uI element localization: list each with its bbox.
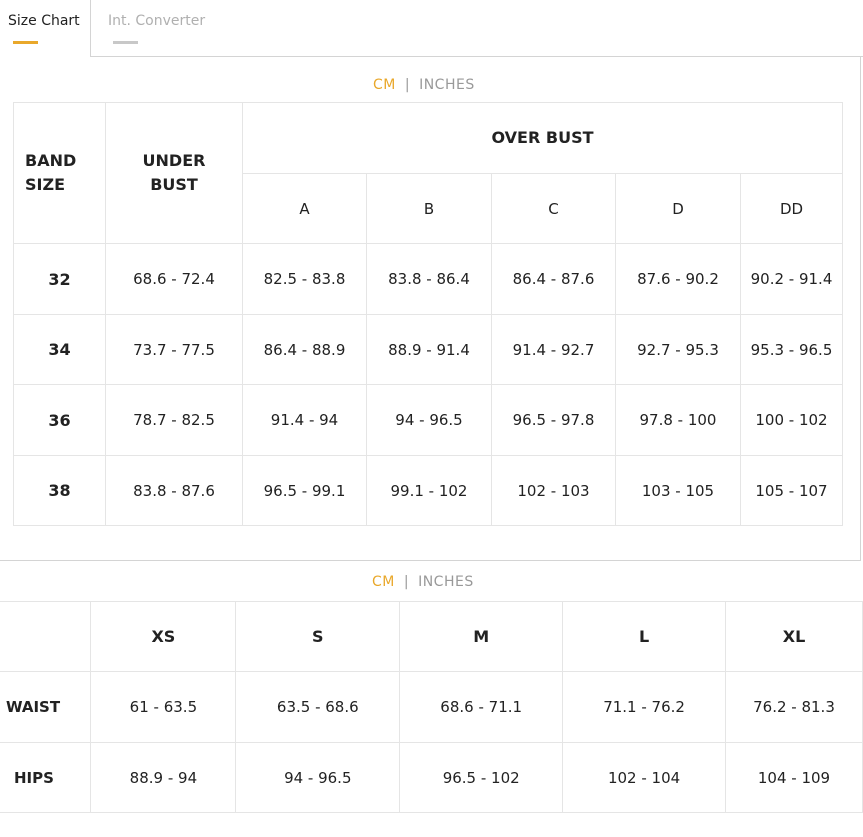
cup-cell: 102 - 103: [491, 455, 616, 526]
tab-active-indicator: [13, 41, 38, 44]
under-bust-cell: 78.7 - 82.5: [105, 384, 243, 456]
measurement-label: HIPS: [0, 742, 92, 813]
tab-inactive-indicator: [113, 41, 138, 44]
cup-cell: 94 - 96.5: [366, 384, 492, 456]
measurement-cell: 104 - 109: [725, 742, 863, 813]
unit-separator: |: [404, 77, 411, 93]
cup-cell: 95.3 - 96.5: [740, 314, 843, 385]
size-header: XL: [725, 601, 863, 672]
tab-int-converter[interactable]: Int. Converter: [91, 0, 863, 57]
under-bust-cell: 73.7 - 77.5: [105, 314, 243, 385]
band-size-cell: 32: [13, 243, 106, 315]
measurement-cell: 63.5 - 68.6: [235, 671, 401, 743]
band-size-cell: 38: [13, 455, 106, 526]
tab-label: Int. Converter: [108, 13, 206, 29]
bra-size-panel: CM | INCHES BAND SIZE UNDER BUST OVER BU…: [0, 56, 861, 561]
size-header: XS: [90, 601, 237, 672]
unit-separator: |: [403, 574, 410, 590]
measurement-cell: 71.1 - 76.2: [562, 671, 727, 743]
bra-size-table: BAND SIZE UNDER BUST OVER BUST A B C D D…: [13, 102, 843, 526]
tab-label: Size Chart: [8, 13, 80, 29]
cup-cell: 96.5 - 99.1: [242, 455, 367, 526]
cup-cell: 86.4 - 87.6: [491, 243, 616, 315]
size-header: M: [399, 601, 564, 672]
table-row: 38 83.8 - 87.6 96.5 - 99.1 99.1 - 102 10…: [13, 455, 843, 526]
measurement-cell: 76.2 - 81.3: [725, 671, 863, 743]
band-size-cell: 34: [13, 314, 106, 385]
measurement-cell: 94 - 96.5: [235, 742, 401, 813]
cup-cell: 97.8 - 100: [615, 384, 741, 456]
table-row: HIPS 88.9 - 94 94 - 96.5 96.5 - 102 102 …: [0, 742, 863, 813]
cup-cell: 99.1 - 102: [366, 455, 492, 526]
over-bust-header: OVER BUST: [242, 102, 843, 174]
under-bust-cell: 68.6 - 72.4: [105, 243, 243, 315]
measurement-cell: 68.6 - 71.1: [399, 671, 564, 743]
unit-toggle: CM | INCHES: [373, 75, 475, 95]
corner-cell: [0, 601, 92, 672]
cup-header: C: [491, 173, 616, 244]
measurement-label: WAIST: [0, 671, 92, 743]
size-header: L: [562, 601, 727, 672]
cup-cell: 103 - 105: [615, 455, 741, 526]
cup-header: A: [242, 173, 367, 244]
cup-header: D: [615, 173, 741, 244]
unit-toggle: CM | INCHES: [372, 572, 474, 592]
cup-cell: 96.5 - 97.8: [491, 384, 616, 456]
size-header: S: [235, 601, 401, 672]
cup-cell: 88.9 - 91.4: [366, 314, 492, 385]
measurement-cell: 102 - 104: [562, 742, 727, 813]
tab-bar: Size Chart Int. Converter: [0, 0, 863, 57]
clothing-size-table: XS S M L XL WAIST 61 - 63.5 63.5 - 68.6 …: [0, 601, 863, 813]
cup-cell: 91.4 - 92.7: [491, 314, 616, 385]
table-row: 32 68.6 - 72.4 82.5 - 83.8 83.8 - 86.4 8…: [13, 243, 843, 315]
table-row: 36 78.7 - 82.5 91.4 - 94 94 - 96.5 96.5 …: [13, 384, 843, 456]
under-bust-cell: 83.8 - 87.6: [105, 455, 243, 526]
table-row: 34 73.7 - 77.5 86.4 - 88.9 88.9 - 91.4 9…: [13, 314, 843, 385]
cup-cell: 92.7 - 95.3: [615, 314, 741, 385]
cup-cell: 82.5 - 83.8: [242, 243, 367, 315]
under-bust-header: UNDER BUST: [105, 102, 243, 244]
measurement-cell: 96.5 - 102: [399, 742, 564, 813]
cup-cell: 87.6 - 90.2: [615, 243, 741, 315]
cup-cell: 105 - 107: [740, 455, 843, 526]
cup-cell: 100 - 102: [740, 384, 843, 456]
band-size-cell: 36: [13, 384, 106, 456]
table-row: WAIST 61 - 63.5 63.5 - 68.6 68.6 - 71.1 …: [0, 671, 863, 743]
tab-size-chart[interactable]: Size Chart: [0, 0, 91, 57]
cup-cell: 90.2 - 91.4: [740, 243, 843, 315]
cup-cell: 91.4 - 94: [242, 384, 367, 456]
unit-cm-button[interactable]: CM: [373, 77, 396, 93]
unit-inches-button[interactable]: INCHES: [419, 77, 475, 93]
measurement-cell: 61 - 63.5: [90, 671, 237, 743]
cup-cell: 86.4 - 88.9: [242, 314, 367, 385]
unit-cm-button[interactable]: CM: [372, 574, 395, 590]
measurement-cell: 88.9 - 94: [90, 742, 237, 813]
cup-cell: 83.8 - 86.4: [366, 243, 492, 315]
unit-inches-button[interactable]: INCHES: [418, 574, 474, 590]
band-size-header: BAND SIZE: [13, 102, 106, 244]
cup-header: DD: [740, 173, 843, 244]
cup-header: B: [366, 173, 492, 244]
